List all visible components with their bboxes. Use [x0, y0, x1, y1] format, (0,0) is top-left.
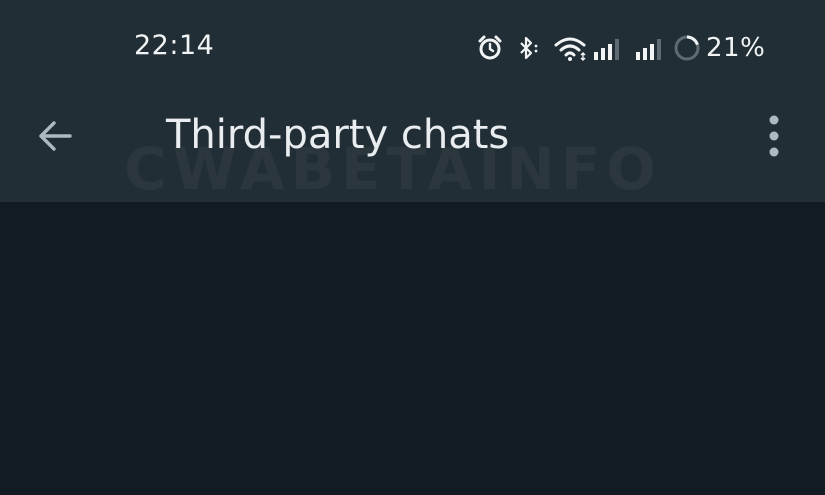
content-area — [0, 202, 825, 495]
arrow-back-icon — [34, 115, 76, 161]
menu-button[interactable] — [752, 113, 796, 163]
battery-ring-icon — [672, 33, 702, 63]
status-icons: 21% — [476, 30, 765, 66]
signal-icon — [634, 34, 668, 62]
alarm-icon — [476, 34, 504, 62]
bluetooth-icon — [514, 34, 542, 62]
status-time: 22:14 — [134, 30, 215, 61]
app-bar: 22:14 21% Third-party chats — [0, 0, 825, 203]
wifi-icon — [554, 34, 588, 62]
signal-icon — [592, 34, 626, 62]
toolbar: Third-party chats — [0, 95, 825, 202]
status-bar: 22:14 21% — [0, 0, 825, 95]
page-title: Third-party chats — [166, 112, 510, 158]
back-button[interactable] — [30, 115, 80, 161]
more-vert-icon — [767, 114, 781, 162]
battery-percent: 21% — [706, 33, 766, 63]
